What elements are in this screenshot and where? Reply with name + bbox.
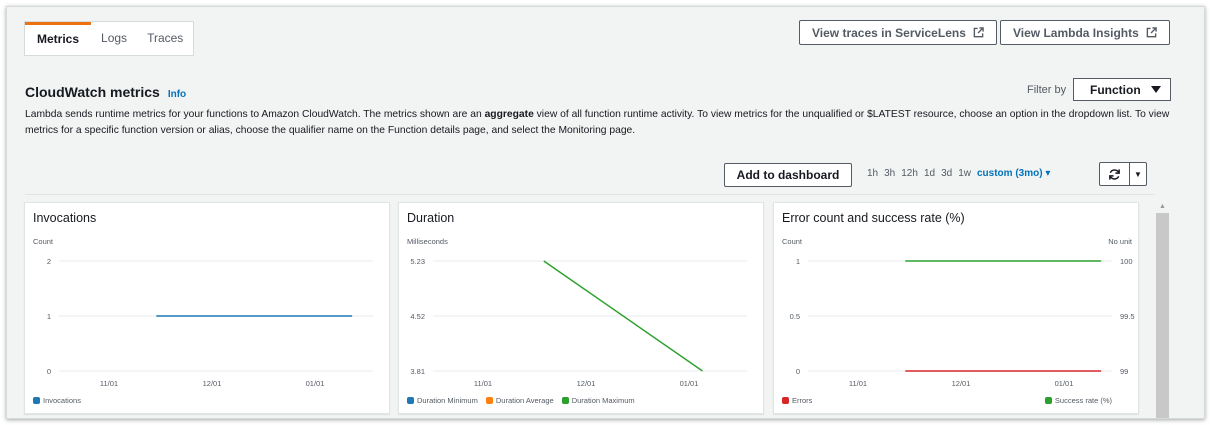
- chart-panel-error-success: Error count and success rate (%) Count No…: [773, 202, 1139, 414]
- view-insights-label: View Lambda Insights: [1013, 25, 1139, 40]
- legend-item-duration-minimum[interactable]: Duration Minimum: [407, 396, 478, 405]
- view-traces-label: View traces in ServiceLens: [812, 25, 966, 40]
- range-3d[interactable]: 3d: [941, 168, 952, 179]
- legend-label: Success rate (%): [1054, 396, 1112, 405]
- caret-down-icon: ▼: [1134, 169, 1142, 179]
- chart-svg-error-success: Count No unit 0 99 0.5 99.5 1 100 11/01 12/01 01/0…: [782, 237, 1135, 388]
- x-tick-label: 01/01: [680, 379, 699, 388]
- y-tick-label: 1: [796, 257, 800, 266]
- legend-label: Duration Average: [495, 396, 554, 405]
- section-description: Lambda sends runtime metrics for your fu…: [25, 107, 1195, 139]
- legend-label: Duration Maximum: [571, 396, 635, 405]
- y-tick-label: 0: [796, 367, 800, 376]
- range-1w[interactable]: 1w: [958, 168, 971, 179]
- monitor-tabs: Metrics Logs Traces: [24, 21, 195, 56]
- scrollbar-thumb[interactable]: [1156, 213, 1169, 418]
- refresh-icon: [1109, 168, 1120, 180]
- x-tick-label: 11/01: [849, 379, 867, 388]
- y-axis-right-label: No unit: [1108, 237, 1133, 246]
- external-link-icon: [973, 27, 984, 38]
- legend-swatch: [485, 397, 493, 404]
- section-title-text: CloudWatch metrics: [25, 84, 160, 100]
- chart-panel-duration: Duration Milliseconds 3.81 4.52 5.23 11/01 12…: [398, 202, 764, 414]
- legend-swatch: [1044, 397, 1052, 404]
- x-tick-label: 12/01: [952, 379, 971, 388]
- section-title: CloudWatch metrics Info: [25, 84, 186, 100]
- y-tick-label: 4.52: [410, 312, 425, 321]
- range-custom[interactable]: custom (3mo) ▾: [977, 168, 1050, 179]
- info-link[interactable]: Info: [168, 89, 186, 100]
- range-3h[interactable]: 3h: [884, 168, 895, 179]
- legend-label: Invocations: [43, 396, 81, 405]
- legend-item-duration-average[interactable]: Duration Average: [485, 396, 554, 405]
- refresh-button[interactable]: [1100, 163, 1130, 185]
- desc-part-1: Lambda sends runtime metrics for your fu…: [25, 109, 485, 120]
- chart-legend: Duration Minimum Duration Average Durati…: [407, 396, 635, 405]
- caret-down-icon: ▾: [1045, 168, 1051, 179]
- range-custom-label: custom (3mo): [976, 168, 1043, 179]
- legend-item-invocations[interactable]: Invocations: [33, 396, 81, 405]
- desc-bold: aggregate: [484, 109, 534, 120]
- refresh-control: ▼: [1099, 162, 1147, 186]
- y-right-tick-label: 99.5: [1120, 312, 1135, 321]
- y-tick-label: 0.5: [790, 312, 800, 321]
- chart-svg-duration: Milliseconds 3.81 4.52 5.23 11/01 12/01 01/01: [407, 237, 747, 388]
- chart-svg-invocations: Count 0 1 2 11/01 12/01 01/01: [33, 237, 373, 388]
- range-1d[interactable]: 1d: [924, 168, 935, 179]
- y-axis-label: Count: [782, 237, 803, 246]
- y-axis-label: Count: [33, 237, 54, 246]
- caret-down-icon: [1151, 85, 1161, 93]
- filter-label: Filter by: [1027, 84, 1067, 96]
- legend-label: Errors: [792, 396, 813, 405]
- y-tick-label: 0: [47, 367, 51, 376]
- y-tick-label: 2: [47, 257, 51, 266]
- view-traces-servicelens-button[interactable]: View traces in ServiceLens: [799, 20, 997, 45]
- x-tick-label: 11/01: [100, 379, 118, 388]
- tab-logs[interactable]: Logs: [91, 22, 137, 55]
- tab-metrics[interactable]: Metrics: [25, 22, 92, 55]
- legend-swatch: [407, 397, 414, 404]
- x-tick-label: 12/01: [203, 379, 222, 388]
- legend-swatch: [782, 397, 789, 404]
- divider: [25, 194, 1155, 195]
- legend-swatch: [561, 397, 569, 404]
- y-tick-label: 1: [47, 312, 51, 321]
- x-tick-label: 01/01: [1055, 379, 1074, 388]
- scroll-up-arrow-icon[interactable]: ▲: [1159, 203, 1166, 210]
- filter-select[interactable]: Function: [1073, 78, 1171, 101]
- chart-legend: Invocations: [33, 396, 81, 405]
- tab-traces[interactable]: Traces: [137, 22, 193, 55]
- add-to-dashboard-button[interactable]: Add to dashboard: [724, 163, 852, 187]
- chart-legend: Errors Success rate (%): [782, 396, 1132, 405]
- refresh-options-button[interactable]: ▼: [1130, 163, 1146, 185]
- y-tick-label: 5.23: [410, 257, 425, 266]
- range-12h[interactable]: 12h: [901, 168, 918, 179]
- view-lambda-insights-button[interactable]: View Lambda Insights: [1000, 20, 1170, 45]
- y-tick-label: 3.81: [410, 367, 425, 376]
- y-axis-label: Milliseconds: [407, 237, 448, 246]
- y-right-tick-label: 99: [1120, 367, 1128, 376]
- legend-swatch: [33, 397, 40, 404]
- y-right-tick-label: 100: [1120, 257, 1133, 266]
- range-1h[interactable]: 1h: [867, 168, 878, 179]
- x-tick-label: 11/01: [474, 379, 492, 388]
- legend-item-duration-maximum[interactable]: Duration Maximum: [561, 396, 635, 405]
- legend-item-success-rate[interactable]: Success rate (%): [1044, 396, 1112, 405]
- legend-label: Duration Minimum: [417, 396, 478, 405]
- legend-item-errors[interactable]: Errors: [782, 396, 812, 405]
- x-tick-label: 12/01: [577, 379, 596, 388]
- external-link-icon: [1146, 27, 1157, 38]
- chart-panel-invocations: Invocations Count 0 1 2 11/01 12/01 01/01 Invo…: [24, 202, 390, 414]
- x-tick-label: 01/01: [306, 379, 325, 388]
- time-range-selector: 1h 3h 12h 1d 3d 1w custom (3mo) ▾: [867, 168, 1050, 179]
- filter-value: Function: [1090, 82, 1141, 97]
- vertical-scrollbar[interactable]: ▲: [1156, 202, 1169, 418]
- lambda-monitoring-container: Metrics Logs Traces View traces in Servi…: [6, 6, 1205, 419]
